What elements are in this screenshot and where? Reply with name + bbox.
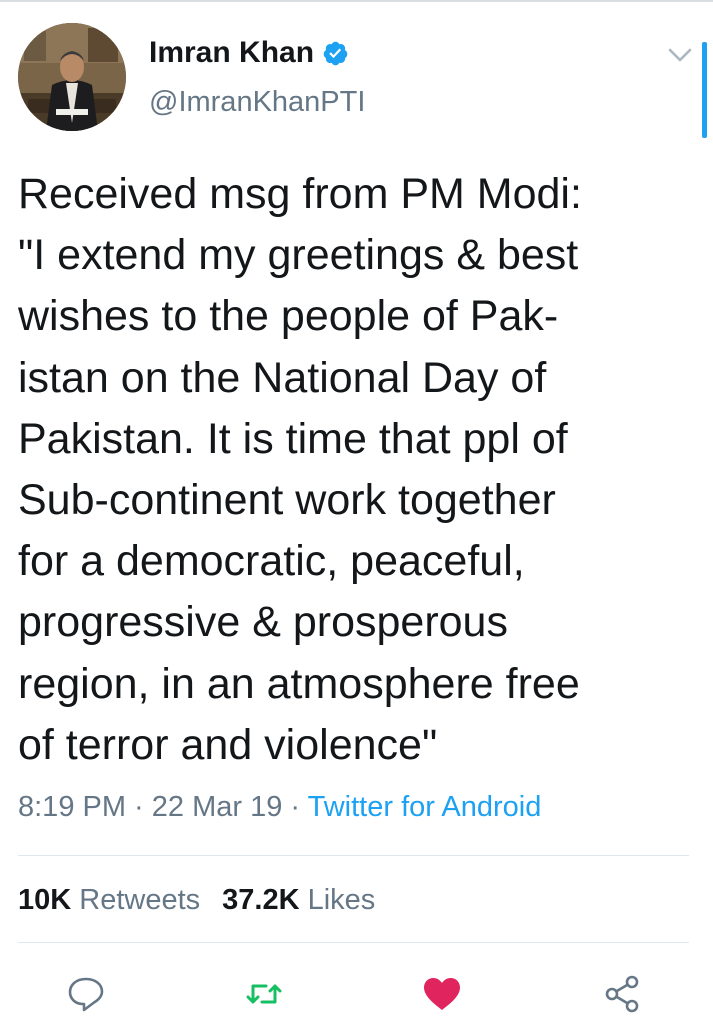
- tweet-source-link[interactable]: Twitter for Android: [308, 791, 542, 823]
- divider: [18, 855, 689, 856]
- share-icon: [605, 975, 639, 1013]
- likes-label: Likes: [307, 884, 376, 916]
- tweet-stats: 10K Retweets 37.2K Likes: [18, 884, 375, 917]
- reply-button[interactable]: [64, 972, 108, 1016]
- share-button[interactable]: [600, 972, 644, 1016]
- chevron-down-icon[interactable]: [666, 44, 694, 66]
- tweet-text: Received msg from PM Modi: "I extend my …: [18, 170, 582, 769]
- retweets-count: 10K: [18, 884, 72, 916]
- scrollbar[interactable]: [702, 42, 707, 138]
- meta-separator: ·: [282, 791, 308, 823]
- meta-separator: ·: [126, 791, 152, 823]
- author-name[interactable]: Imran Khan: [149, 36, 314, 70]
- author-name-row[interactable]: Imran Khan: [149, 36, 349, 70]
- like-button[interactable]: [420, 972, 464, 1016]
- retweet-icon: [246, 984, 282, 1004]
- divider: [18, 942, 689, 943]
- likes-stat[interactable]: 37.2K Likes: [222, 884, 375, 916]
- retweets-label: Retweets: [79, 884, 201, 916]
- retweet-button[interactable]: [242, 972, 286, 1016]
- retweets-stat[interactable]: 10K Retweets: [18, 884, 200, 916]
- tweet-time: 8:19 PM: [18, 791, 126, 823]
- avatar[interactable]: [18, 23, 126, 131]
- verified-badge-icon: [322, 40, 349, 67]
- tweet-date: 22 Mar 19: [151, 791, 283, 823]
- author-handle[interactable]: @ImranKhanPTI: [149, 86, 365, 119]
- top-border: [0, 0, 713, 2]
- heart-icon: [424, 978, 460, 1010]
- avatar-image: [18, 23, 126, 131]
- tweet-meta: 8:19 PM · 22 Mar 19 · Twitter for Androi…: [18, 791, 541, 824]
- reply-icon: [68, 977, 104, 1012]
- likes-count: 37.2K: [222, 884, 300, 916]
